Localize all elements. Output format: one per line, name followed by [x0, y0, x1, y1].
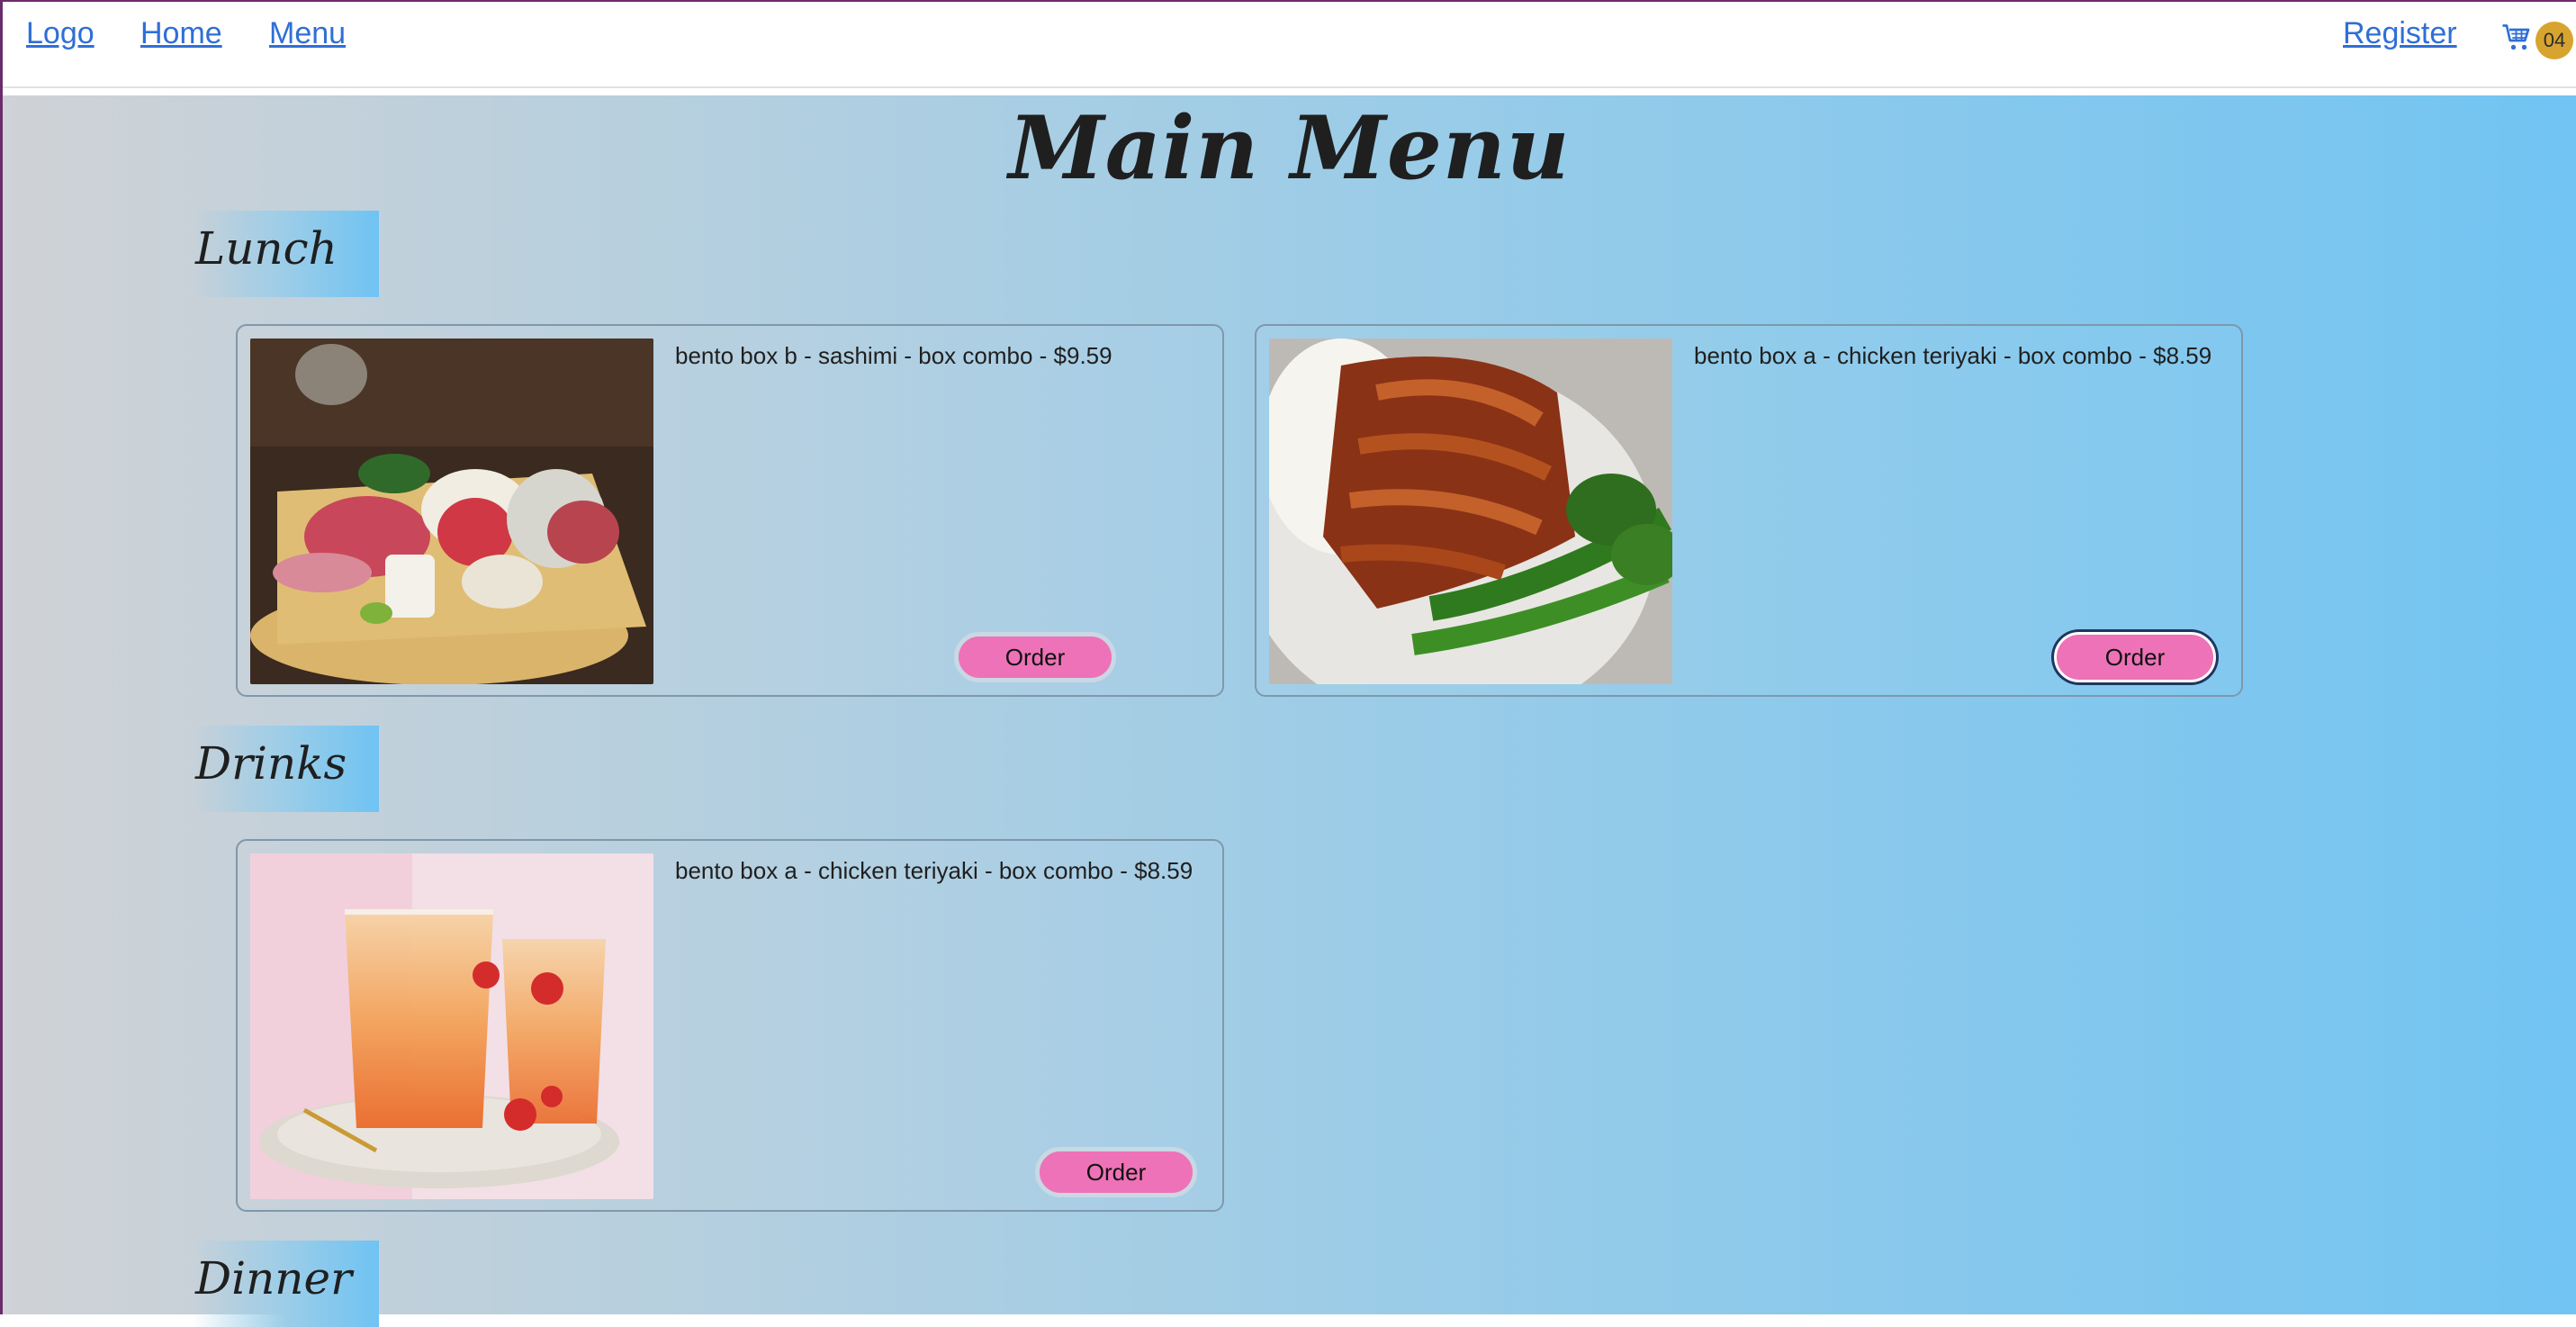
- page-title: Main Menu: [1008, 97, 1571, 199]
- section-heading-drinks: Drinks: [192, 726, 379, 812]
- section-heading-label: Drinks: [195, 737, 347, 790]
- order-button[interactable]: Order: [954, 632, 1116, 682]
- register-link[interactable]: Register: [2343, 16, 2457, 51]
- menu-item-card: bento box a - chicken teriyaki - box com…: [236, 839, 1224, 1212]
- home-link[interactable]: Home: [140, 16, 222, 51]
- cart-button[interactable]: 04: [2501, 20, 2573, 59]
- menu-link[interactable]: Menu: [269, 16, 346, 51]
- menu-item-description: bento box b - sashimi - box combo - $9.5…: [675, 342, 1112, 369]
- sashimi-image: [250, 339, 653, 684]
- menu-item-description: bento box a - chicken teriyaki - box com…: [1694, 342, 2212, 369]
- order-button[interactable]: Order: [2054, 632, 2216, 682]
- order-button[interactable]: Order: [1035, 1147, 1197, 1197]
- chicken-teriyaki-image: [1269, 339, 1672, 684]
- navbar: Logo Home Menu Register 04: [3, 2, 2576, 88]
- logo-link[interactable]: Logo: [26, 16, 95, 51]
- menu-item-card: bento box b - sashimi - box combo - $9.5…: [236, 324, 1224, 697]
- section-heading-label: Lunch: [195, 222, 338, 275]
- main-content: Main Menu Lunch bento box b - sashimi - …: [3, 95, 2576, 1327]
- menu-item-card: bento box a - chicken teriyaki - box com…: [1255, 324, 2243, 697]
- section-heading-lunch: Lunch: [192, 211, 379, 297]
- section-heading-label: Dinner: [195, 1252, 352, 1304]
- shopping-cart-icon: [2502, 24, 2530, 50]
- drinks-image: [250, 853, 653, 1199]
- cart-count-badge: 04: [2535, 22, 2573, 59]
- menu-item-description: bento box a - chicken teriyaki - box com…: [675, 857, 1193, 884]
